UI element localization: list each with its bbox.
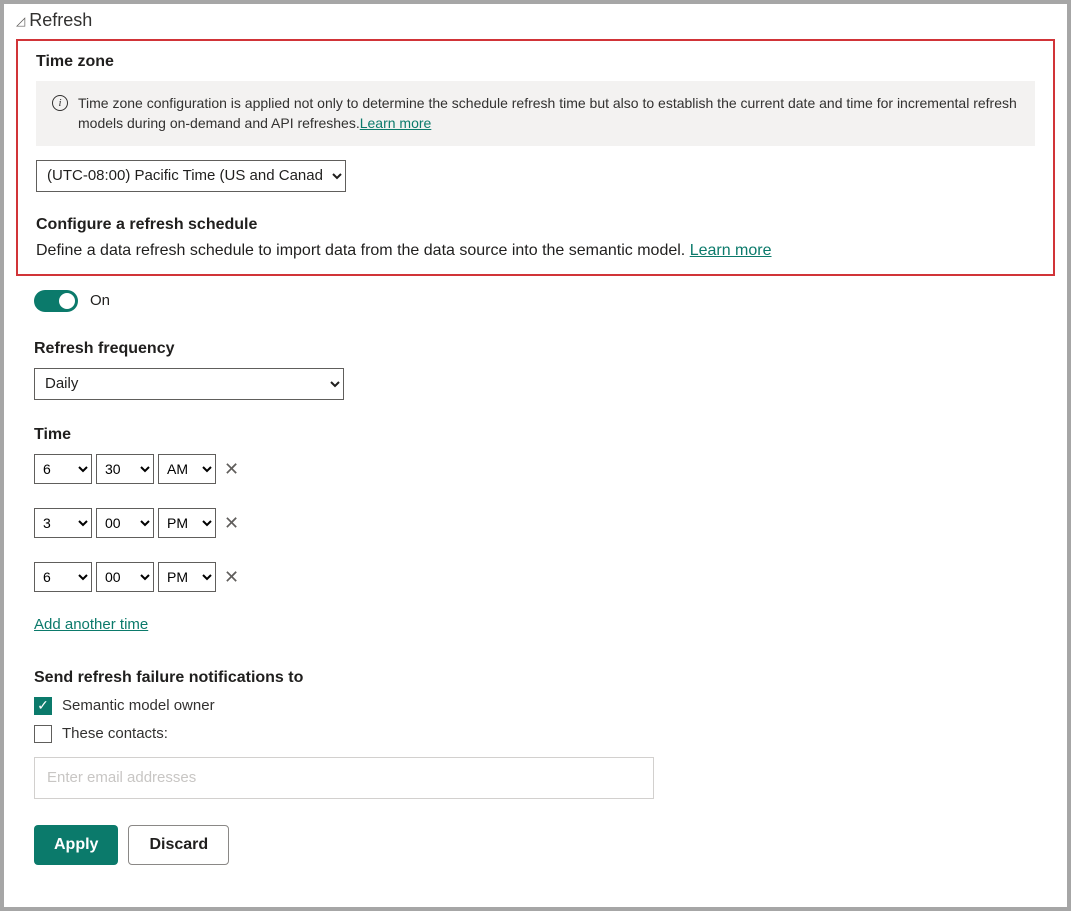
remove-time-icon[interactable]: ✕	[222, 514, 241, 532]
notify-label: Send refresh failure notifications to	[34, 669, 1037, 687]
timezone-select[interactable]: (UTC-08:00) Pacific Time (US and Canada)	[36, 160, 346, 192]
time-minute-select[interactable]: 00	[96, 562, 154, 592]
toggle-label: On	[90, 292, 110, 309]
discard-button[interactable]: Discard	[128, 825, 229, 865]
time-ampm-select[interactable]: PM	[158, 562, 216, 592]
settings-panel: ◿ Refresh Time zone i Time zone configur…	[0, 0, 1071, 911]
time-row: 6 00 PM ✕	[34, 562, 1037, 592]
schedule-toggle[interactable]	[34, 290, 78, 312]
owner-checkbox[interactable]: ✓	[34, 697, 52, 715]
remove-time-icon[interactable]: ✕	[222, 568, 241, 586]
chevron-expanded-icon: ◿	[16, 14, 25, 28]
timezone-info-text: Time zone configuration is applied not o…	[78, 93, 1019, 134]
time-rows: 6 30 AM ✕ 3 00 PM ✕ 6 00 PM ✕	[34, 454, 1037, 592]
timezone-learn-more-link[interactable]: Learn more	[360, 115, 432, 131]
schedule-learn-more-link[interactable]: Learn more	[690, 242, 772, 259]
frequency-label: Refresh frequency	[34, 340, 1037, 358]
contacts-checkbox-label: These contacts:	[62, 725, 168, 742]
owner-checkbox-label: Semantic model owner	[62, 697, 215, 714]
time-hour-select[interactable]: 6	[34, 454, 92, 484]
time-hour-select[interactable]: 3	[34, 508, 92, 538]
contacts-email-input[interactable]	[34, 757, 654, 799]
frequency-select[interactable]: Daily	[34, 368, 344, 400]
remove-time-icon[interactable]: ✕	[222, 460, 241, 478]
time-row: 3 00 PM ✕	[34, 508, 1037, 538]
info-icon: i	[52, 95, 68, 111]
time-ampm-select[interactable]: PM	[158, 508, 216, 538]
timezone-title: Time zone	[36, 53, 1035, 71]
schedule-description: Define a data refresh schedule to import…	[36, 242, 1035, 260]
section-title: Refresh	[29, 10, 92, 31]
time-minute-select[interactable]: 30	[96, 454, 154, 484]
apply-button[interactable]: Apply	[34, 825, 118, 865]
time-hour-select[interactable]: 6	[34, 562, 92, 592]
time-ampm-select[interactable]: AM	[158, 454, 216, 484]
time-label: Time	[34, 426, 1037, 444]
highlight-region: Time zone i Time zone configuration is a…	[16, 39, 1055, 276]
refresh-section-header[interactable]: ◿ Refresh	[16, 10, 1055, 31]
toggle-knob	[59, 293, 75, 309]
schedule-title: Configure a refresh schedule	[36, 216, 1035, 234]
contacts-checkbox[interactable]	[34, 725, 52, 743]
add-another-time-link[interactable]: Add another time	[34, 616, 148, 633]
time-row: 6 30 AM ✕	[34, 454, 1037, 484]
time-minute-select[interactable]: 00	[96, 508, 154, 538]
timezone-info-bar: i Time zone configuration is applied not…	[36, 81, 1035, 146]
